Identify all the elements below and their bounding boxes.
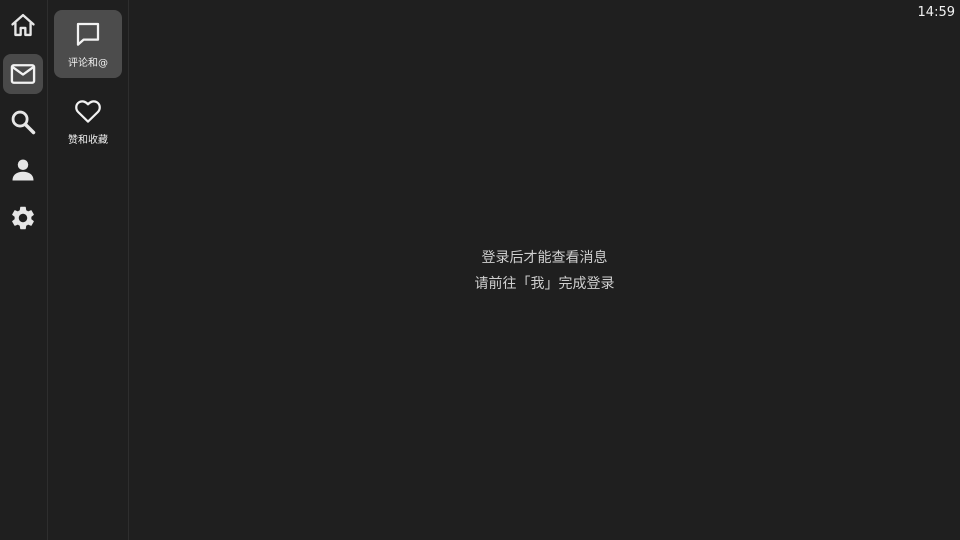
tab-likes-favorites-label: 赞和收藏 [68,135,108,146]
person-icon [12,159,34,181]
rail-item-messages[interactable] [3,54,43,94]
search-icon [11,110,36,135]
mail-icon [10,64,36,84]
comment-icon [76,22,100,46]
home-icon [11,13,35,37]
login-hint-message: 请前往「我」完成登录 [474,276,615,292]
tab-likes-favorites[interactable]: 赞和收藏 [54,87,122,155]
rail-item-home[interactable] [3,5,43,45]
heart-icon [75,100,101,123]
gear-icon [12,206,34,230]
message-content-area: 14:59 登录后才能查看消息 请前往「我」完成登录 [129,0,960,540]
tab-comments-mentions[interactable]: 评论和@ [54,10,122,78]
tab-comments-mentions-label: 评论和@ [68,58,108,69]
rail-item-profile[interactable] [3,150,43,190]
status-clock: 14:59 [917,5,955,20]
rail-item-search[interactable] [3,102,43,142]
app-window: 评论和@ 赞和收藏 14:59 登录后才能查看消息 请前往「我」完成登录 [0,0,960,540]
left-icon-rail [0,0,48,540]
message-category-nav: 评论和@ 赞和收藏 [48,0,129,540]
login-required-message: 登录后才能查看消息 [481,250,608,266]
rail-item-settings[interactable] [3,198,43,238]
